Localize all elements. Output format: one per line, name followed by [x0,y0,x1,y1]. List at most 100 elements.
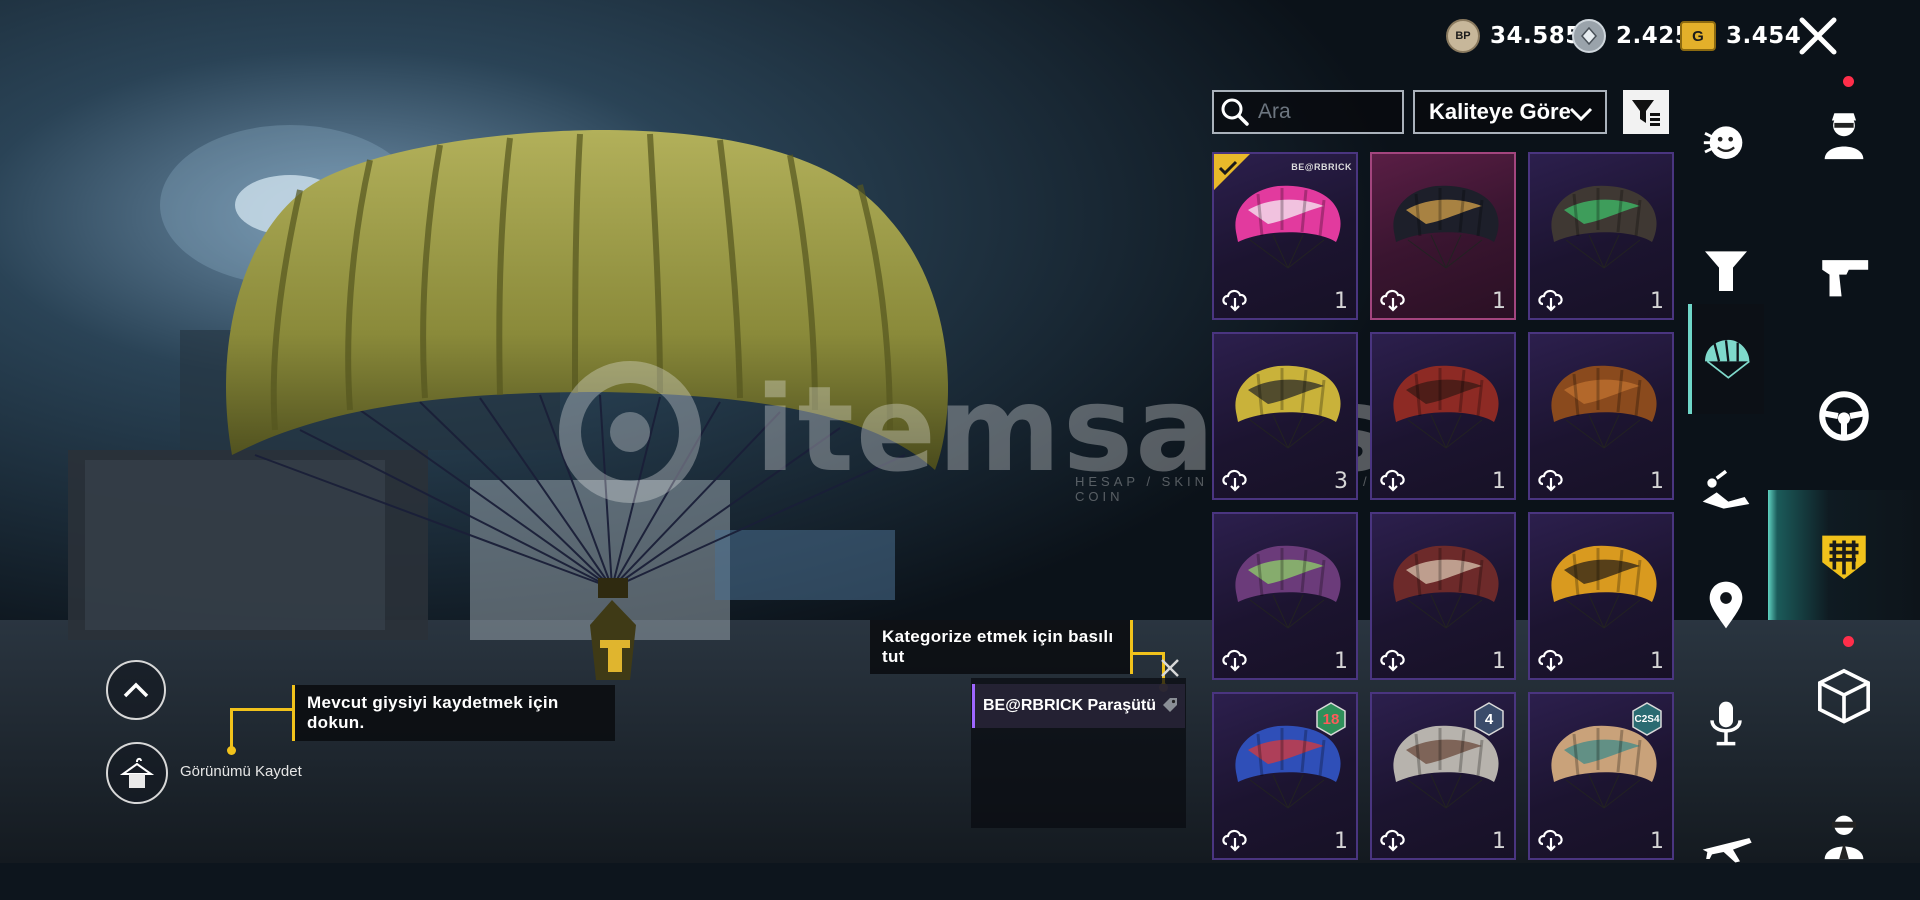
sort-dropdown-label: Kaliteye Göre [1429,99,1571,124]
parachute-skin-thumbnail [1235,365,1341,449]
notification-dot [1843,76,1854,87]
category-tab-crate[interactable] [1768,630,1920,760]
close-panel-icon[interactable] [1158,656,1182,680]
parachute-icon [1705,339,1750,379]
expand-up-button[interactable] [106,660,166,720]
tooltip-connector [1130,652,1165,655]
steering-wheel-icon [1819,391,1869,441]
item-count: 1 [1334,649,1348,674]
vehicle-badge-icon [1822,535,1866,580]
filter-button[interactable] [1623,90,1669,134]
search-icon [1221,98,1249,126]
item-count: 1 [1650,289,1664,314]
save-outfit-tooltip-text: Mevcut giysiyi kaydetmek için dokun. [307,693,559,732]
bp-coin-icon: BP [1446,19,1480,53]
slingshot-icon [1705,251,1747,291]
category-tab-parachute[interactable] [1688,304,1764,414]
search-input[interactable] [1256,99,1400,125]
categorize-tooltip: Kategorize etmek için basılı tut [870,620,1130,674]
item-card[interactable]: 1 4 [1370,692,1516,860]
category-tab-microphone[interactable] [1688,670,1764,780]
season-badge-text: 18 [1322,710,1340,728]
airplane-icon [1702,838,1752,863]
microphone-icon [1710,701,1742,746]
parachute-skin-thumbnail [1551,185,1657,269]
currency-silver[interactable]: 2.425 [1572,18,1691,54]
category-tab-fallen-pose[interactable] [1688,435,1764,545]
save-look-label: Görünümü Kaydet [180,763,302,780]
cloud-download-icon [1380,829,1405,852]
pistol-icon [1822,260,1869,297]
equipped-check-icon [1214,154,1250,190]
item-count: 1 [1334,829,1348,854]
item-card[interactable]: 1 [1528,152,1674,320]
parachute-skin-thumbnail [1393,545,1499,629]
cloud-download-icon [1222,649,1247,672]
silver-fragment-icon [1572,19,1606,53]
category-tab-vehicle-badge[interactable] [1768,490,1920,620]
cloud-download-icon [1222,289,1247,312]
notification-dot [1843,636,1854,647]
item-card[interactable]: 1 C2S4 [1528,692,1674,860]
cloud-download-icon [1222,829,1247,852]
item-card[interactable]: 1 [1370,332,1516,500]
search-box[interactable] [1212,90,1404,134]
season-badge-text: C2S4 [1634,713,1660,725]
item-count: 1 [1650,649,1664,674]
tooltip-connector [1130,620,1133,674]
fallen-pose-icon [1702,469,1750,509]
item-count: 1 [1492,649,1506,674]
parachute-skin-thumbnail [1551,365,1657,449]
currency-gcoin[interactable]: G 3.454 [1680,18,1801,54]
category-tab-character[interactable] [1768,70,1920,200]
item-count: 1 [1334,289,1348,314]
parachute-skin-thumbnail [1235,545,1341,629]
item-card[interactable]: 1 18 [1212,692,1358,860]
cloud-download-icon [1538,829,1563,852]
item-count: 1 [1492,289,1506,314]
location-pin-icon [1709,581,1743,629]
category-tab-agent[interactable] [1768,770,1920,900]
filter-icon [1632,100,1660,126]
item-card[interactable]: 1 BE@RBRICK [1212,152,1358,320]
item-card[interactable]: 1 [1370,512,1516,680]
parachute-skin-thumbnail [1393,365,1499,449]
item-card[interactable]: 1 [1370,152,1516,320]
categorize-tooltip-text: Kategorize etmek için basılı tut [882,627,1114,666]
currency-bp[interactable]: BP 34.585 [1446,18,1582,54]
item-card[interactable]: 1 [1528,512,1674,680]
item-card[interactable]: 1 [1212,512,1358,680]
sort-dropdown[interactable]: Kaliteye Göre [1413,90,1607,134]
category-tab-location-pin[interactable] [1688,550,1764,660]
agent-icon [1824,815,1864,860]
equipped-item-name-text: BE@RBRICK Paraşütü [983,697,1156,714]
item-count: 1 [1492,829,1506,854]
cloud-download-icon [1538,469,1563,492]
equipped-item-name[interactable]: BE@RBRICK Paraşütü [972,684,1185,728]
item-card[interactable]: 3 [1212,332,1358,500]
cloud-download-icon [1222,469,1247,492]
gold-g-coin-icon: G [1680,21,1716,51]
parachute-skin-thumbnail [1235,185,1341,269]
chevron-down-icon [1569,107,1593,122]
cloud-download-icon [1380,289,1405,312]
parachute-skin-thumbnail [1393,185,1499,269]
save-outfit-tooltip: Mevcut giysiyi kaydetmek için dokun. [295,685,615,741]
category-tab-airplane[interactable] [1688,790,1764,900]
character-icon [1824,113,1864,160]
item-card[interactable]: 1 [1528,332,1674,500]
save-look-button[interactable] [106,742,168,804]
category-tab-emote[interactable] [1688,90,1764,200]
tooltip-connector [292,685,295,741]
close-icon[interactable] [1796,14,1840,58]
crate-icon [1818,668,1870,724]
brand-logo: BE@RBRICK [1291,162,1352,172]
category-column [1768,70,1920,863]
category-tab-steering-wheel[interactable] [1768,351,1920,481]
season-badge-icon: C2S4 [1632,702,1662,736]
season-badge-icon: 18 [1316,702,1346,736]
category-tab-pistol[interactable] [1768,212,1920,342]
gcoin-amount: 3.454 [1726,23,1802,49]
item-count: 1 [1650,829,1664,854]
bp-amount: 34.585 [1490,23,1582,49]
